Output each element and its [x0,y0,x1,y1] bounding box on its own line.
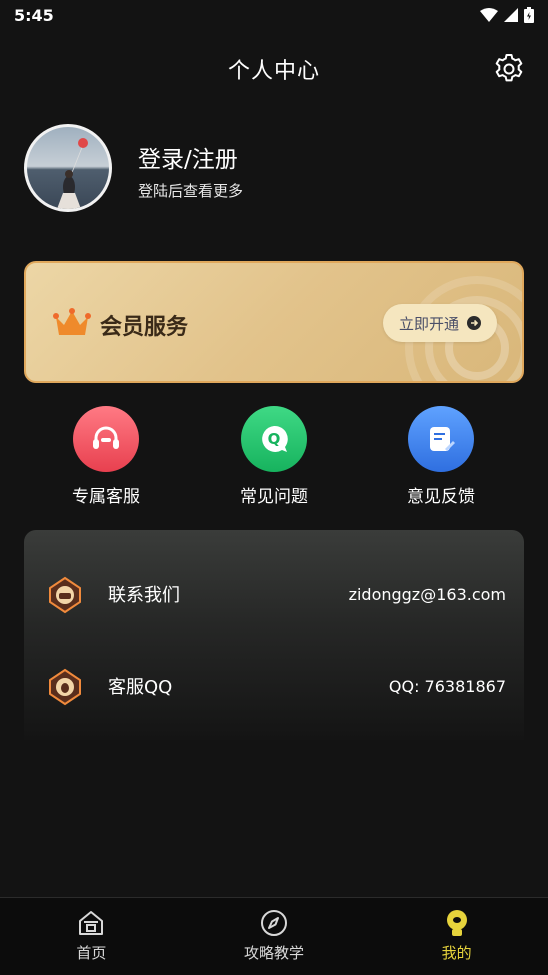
question-bubble-icon: Q [241,406,307,472]
contact-badge-icon [49,576,81,614]
faq-label: 常见问题 [240,487,308,507]
status-time: 5:45 [14,5,54,25]
activate-now-label: 立即开通 [398,314,459,333]
contact-us-label: 联系我们 [108,585,180,606]
wifi-icon [480,8,498,22]
compass-icon [261,910,287,936]
edit-note-icon [408,406,474,472]
crown-icon [53,308,91,335]
tab-mine-label: 我的 [441,944,472,962]
page-title: 个人中心 [227,59,320,84]
header: 个人中心 [0,40,548,98]
member-service-title: 会员服务 [100,315,189,340]
service-qq-row[interactable]: 客服QQ QQ: 76381867 [24,656,524,716]
login-subtitle: 登陆后查看更多 [138,182,244,200]
svg-text:Q: Q [268,430,281,448]
profile-bulb-icon [446,910,467,936]
member-service-card[interactable]: 会员服务 立即开通 [24,261,524,383]
gear-icon[interactable] [492,52,526,86]
avatar[interactable] [24,124,112,212]
tab-home[interactable]: 首页 [0,898,183,975]
service-qq-label: 客服QQ [108,677,173,698]
profile-section[interactable]: 登录/注册 登陆后查看更多 [24,124,524,216]
tab-home-label: 首页 [76,944,107,962]
battery-icon [524,7,534,23]
quick-actions: 专属客服 Q 常见问题 意见反馈 [0,406,548,516]
service-qq-number[interactable]: QQ: 76381867 [389,677,506,696]
contact-card: 联系我们 zidonggz@163.com 客服QQ QQ: 76381867 [24,530,524,740]
status-icons [480,7,534,23]
contact-email[interactable]: zidonggz@163.com [349,585,506,604]
bottom-tab-bar: 首页 攻略教学 我的 [0,897,548,975]
feedback-button[interactable]: 意见反馈 [381,406,501,507]
tab-guides-label: 攻略教学 [244,944,305,962]
contact-us-row[interactable]: 联系我们 zidonggz@163.com [24,564,524,624]
home-icon [79,911,104,935]
signal-icon [504,8,518,22]
qq-badge-icon [49,668,81,706]
faq-button[interactable]: Q 常见问题 [214,406,334,507]
exclusive-service-button[interactable]: 专属客服 [46,406,166,507]
tab-guides[interactable]: 攻略教学 [183,898,366,975]
status-bar: 5:45 [0,0,548,30]
headset-icon [73,406,139,472]
login-register-link[interactable]: 登录/注册 [138,140,238,174]
arrow-right-circle-icon [467,316,481,330]
tab-mine[interactable]: 我的 [365,898,548,975]
exclusive-service-label: 专属客服 [72,487,140,507]
feedback-label: 意见反馈 [407,487,475,507]
activate-now-button[interactable]: 立即开通 [383,304,497,342]
